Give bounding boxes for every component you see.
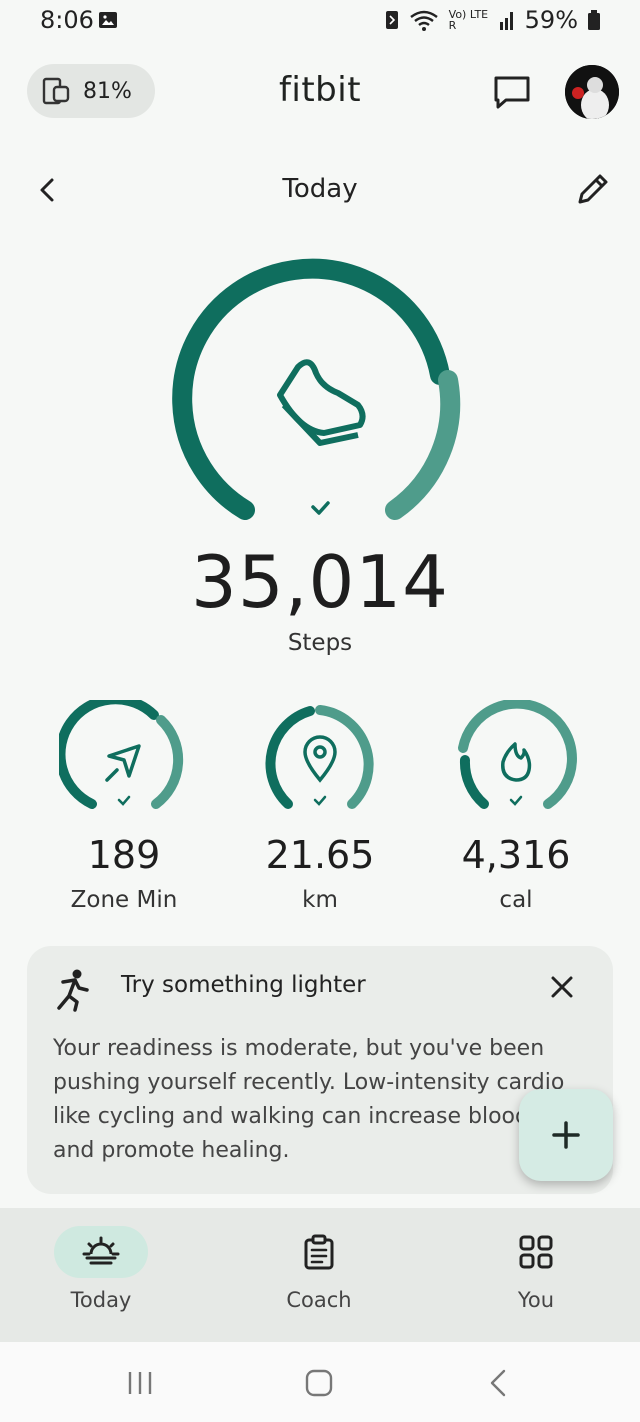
system-back-icon[interactable]: [488, 1369, 508, 1397]
distance-stat[interactable]: 21.65 km: [230, 700, 410, 913]
app-logo-title: fitbit: [278, 70, 362, 110]
calories-value: 4,316: [461, 833, 571, 877]
nav-tab-today[interactable]: Today: [21, 1226, 181, 1312]
nav-tab-you-pill: [489, 1226, 583, 1278]
nav-tab-you-label: You: [517, 1288, 555, 1312]
location-pin-icon: [303, 735, 337, 783]
zone-minutes-ring: [59, 700, 184, 809]
distance-ring: [265, 705, 374, 809]
status-right: Vo) LTE R 59%: [385, 6, 600, 34]
network-label: Vo) LTE R: [448, 8, 489, 32]
plus-icon: [552, 1121, 580, 1149]
calories-ring: [458, 700, 577, 809]
nav-tab-coach[interactable]: Coach: [239, 1226, 399, 1312]
zone-minutes-stat[interactable]: 189 Zone Min: [34, 700, 214, 913]
add-button[interactable]: [519, 1089, 613, 1181]
tip-body: Your readiness is moderate, but you've b…: [53, 1036, 565, 1163]
flame-icon: [501, 742, 532, 782]
running-person-icon: [57, 969, 89, 1012]
distance-value: 21.65: [265, 833, 375, 877]
avatar-image: [565, 65, 619, 119]
page-title: Today: [282, 174, 358, 204]
nav-tab-today-label: Today: [70, 1288, 132, 1312]
bottom-navigation: Today Coach You: [0, 1208, 640, 1342]
nav-tab-coach-pill: [272, 1226, 366, 1278]
goal-check-icon: [311, 501, 330, 515]
edit-pencil-icon[interactable]: [574, 170, 612, 208]
goal-check-icon: [117, 795, 131, 806]
profile-avatar[interactable]: [565, 65, 619, 119]
system-navigation-bar: [0, 1342, 640, 1422]
calories-label: cal: [499, 887, 533, 913]
battery-percent: 59%: [524, 6, 578, 34]
sunrise-icon: [82, 1236, 120, 1265]
wifi-icon: [409, 10, 438, 31]
image-notification-icon: [99, 12, 117, 28]
nav-tab-coach-label: Coach: [286, 1288, 352, 1312]
battery-icon: [588, 10, 600, 30]
home-icon[interactable]: [305, 1369, 333, 1397]
nav-tab-today-pill: [54, 1226, 148, 1278]
goal-check-icon: [313, 795, 327, 806]
recent-apps-icon[interactable]: [126, 1370, 154, 1396]
steps-label: Steps: [287, 630, 353, 656]
zone-minutes-value: 189: [87, 833, 161, 877]
shoe-icon: [277, 359, 366, 446]
steps-value: 35,014: [191, 540, 449, 624]
messages-icon[interactable]: [490, 70, 534, 114]
steps-progress-ring[interactable]: [170, 255, 470, 555]
nav-tab-you[interactable]: You: [456, 1226, 616, 1312]
tip-title: Try something lighter: [121, 972, 366, 998]
grid-icon: [519, 1235, 553, 1269]
nfc-icon: [385, 11, 398, 29]
zone-minutes-label: Zone Min: [70, 887, 178, 913]
close-icon[interactable]: [547, 972, 577, 1002]
signal-icon: [499, 12, 513, 30]
status-time: 8:06: [40, 6, 94, 34]
calories-stat[interactable]: 4,316 cal: [426, 700, 606, 913]
goal-check-icon: [509, 795, 523, 806]
zone-minutes-icon: [105, 744, 141, 782]
clipboard-icon: [304, 1234, 334, 1270]
distance-label: km: [302, 887, 338, 913]
